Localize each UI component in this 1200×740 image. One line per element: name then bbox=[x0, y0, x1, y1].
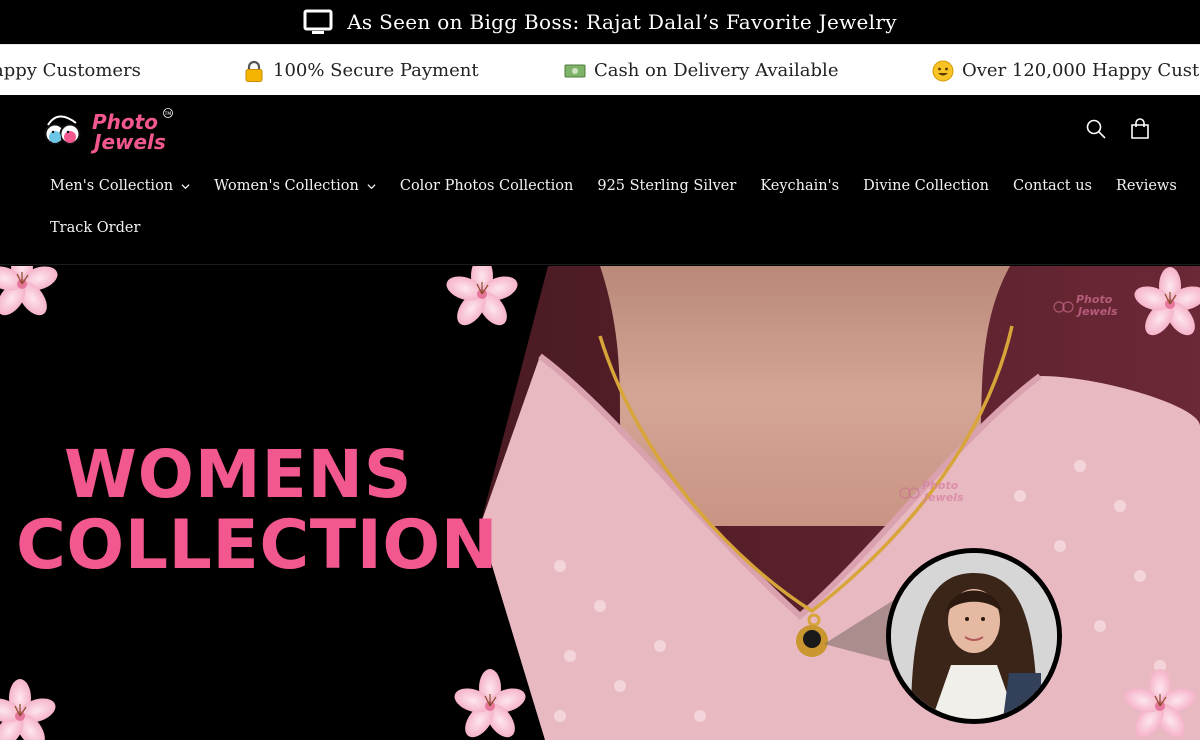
site-header: Photo Jewels TM Men's Collection Women's… bbox=[0, 95, 1200, 265]
nav-item-contact[interactable]: Contact us bbox=[1013, 178, 1092, 194]
marquee-item-text: appy Customers bbox=[0, 60, 141, 81]
hero-title-line2: COLLECTION bbox=[16, 506, 499, 585]
inset-portrait bbox=[891, 553, 1057, 719]
nav-item-label: Keychain's bbox=[760, 178, 840, 194]
brand-logo[interactable]: Photo Jewels TM bbox=[44, 107, 174, 157]
bag-icon[interactable] bbox=[1130, 118, 1150, 140]
nav-item-track-order[interactable]: Track Order bbox=[50, 220, 140, 236]
lock-icon bbox=[245, 60, 263, 82]
marquee-item-text: Cash on Delivery Available bbox=[594, 60, 839, 81]
announcement-bar: As Seen on Bigg Boss: Rajat Dalal’s Favo… bbox=[0, 0, 1200, 44]
hero-title: WOMENS COLLECTION bbox=[16, 442, 498, 580]
hero-title-line1: WOMENS bbox=[64, 436, 413, 513]
svg-text:TM: TM bbox=[164, 111, 172, 117]
nav-item-label: Men's Collection bbox=[50, 178, 174, 194]
pendant-photo-inset bbox=[886, 548, 1062, 724]
svg-text:Jewels: Jewels bbox=[90, 130, 166, 154]
marquee-item: Cash on Delivery Available bbox=[564, 45, 838, 95]
nav-item-divine[interactable]: Divine Collection bbox=[863, 178, 989, 194]
cash-icon bbox=[564, 64, 586, 77]
watermark-logo: Photo Jewels bbox=[899, 479, 964, 504]
marquee-item: 100% Secure Payment bbox=[243, 45, 479, 95]
search-icon[interactable] bbox=[1086, 119, 1106, 139]
chevron-down-icon bbox=[181, 183, 190, 189]
marquee-item: Over 120,000 Happy Custor bbox=[932, 45, 1200, 95]
nav-item-keychains[interactable]: Keychain's bbox=[760, 178, 839, 194]
nav-item-color-photos[interactable]: Color Photos Collection bbox=[400, 178, 574, 194]
nav-item-label: Track Order bbox=[50, 220, 141, 236]
nav-item-label: Color Photos Collection bbox=[399, 178, 574, 194]
svg-text:Jewels: Jewels bbox=[922, 491, 964, 504]
main-nav: Men's Collection Women's Collection Colo… bbox=[50, 175, 1177, 239]
chevron-down-icon bbox=[367, 183, 376, 189]
nav-item-label: Reviews bbox=[1116, 178, 1177, 194]
svg-text:Jewels: Jewels bbox=[1076, 305, 1118, 318]
nav-item-sterling-silver[interactable]: 925 Sterling Silver bbox=[597, 178, 736, 194]
marquee-item-text: Over 120,000 Happy Custor bbox=[962, 60, 1200, 81]
nav-item-womens[interactable]: Women's Collection bbox=[214, 178, 376, 194]
nav-item-label: 925 Sterling Silver bbox=[597, 178, 737, 194]
marquee-item-text: 100% Secure Payment bbox=[273, 60, 479, 81]
smile-icon bbox=[932, 60, 954, 81]
marquee-item: appy Customers bbox=[0, 45, 141, 95]
logo-mark: Photo Jewels TM bbox=[44, 108, 173, 154]
trust-marquee: appy Customers 100% Secure Payment Cash … bbox=[0, 44, 1200, 95]
watermark-logo: Photo Jewels bbox=[1053, 293, 1118, 318]
hero-banner[interactable]: WOMENS COLLECTION Photo Jewels Photo Jew… bbox=[0, 266, 1200, 740]
nav-item-label: Contact us bbox=[1013, 178, 1093, 194]
nav-item-reviews[interactable]: Reviews bbox=[1116, 178, 1177, 194]
nav-item-label: Women's Collection bbox=[214, 178, 359, 194]
tv-icon bbox=[303, 9, 333, 34]
nav-item-label: Divine Collection bbox=[863, 178, 990, 194]
announcement-text: As Seen on Bigg Boss: Rajat Dalal’s Favo… bbox=[347, 10, 897, 34]
nav-item-mens[interactable]: Men's Collection bbox=[50, 178, 190, 194]
